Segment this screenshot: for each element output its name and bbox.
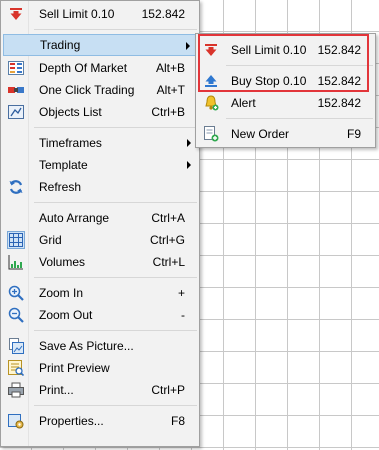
new-order-icon	[203, 126, 219, 142]
menu-item-shortcut: F8	[170, 414, 185, 428]
menu-item-label: Timeframes	[39, 136, 102, 150]
menu-separator	[226, 118, 373, 119]
menu-item-label: Properties...	[39, 414, 104, 428]
menu-separator	[34, 29, 197, 30]
menu-item-properties[interactable]: Properties... F8	[3, 410, 197, 432]
menu-item-label: Volumes	[39, 255, 86, 269]
menu-item-price: 152.842	[317, 96, 361, 110]
zoom-in-icon	[8, 285, 24, 301]
menu-item-label: Auto Arrange	[39, 211, 110, 225]
menu-item-zoom-in[interactable]: Zoom In +	[3, 282, 197, 304]
menu-separator	[34, 202, 197, 203]
red-down-arrow-icon	[203, 42, 219, 58]
submenu-item-new-order[interactable]: New Order F9	[198, 123, 373, 145]
menu-item-label: Print Preview	[39, 361, 110, 375]
alert-bell-icon	[203, 95, 219, 111]
zoom-out-icon	[8, 307, 24, 323]
menu-item-objects-list[interactable]: Objects List Ctrl+B	[3, 101, 197, 123]
menu-item-shortcut: Ctrl+B	[151, 105, 185, 119]
submenu-arrow-icon	[187, 161, 191, 169]
volumes-icon	[8, 254, 24, 270]
menu-item-label: Sell Limit 0.10	[231, 43, 307, 57]
menu-item-label: Buy Stop 0.10	[231, 74, 307, 88]
menu-item-label: Alert	[231, 96, 256, 110]
menu-item-label: Grid	[39, 233, 62, 247]
menu-item-price: 152.842	[317, 43, 361, 57]
menu-item-label: Objects List	[39, 105, 102, 119]
chart-context-menu: Sell Limit 0.10 152.842 Trading Depth Of…	[0, 0, 200, 447]
menu-item-shortcut: Ctrl+A	[151, 211, 185, 225]
menu-item-label: Template	[39, 158, 88, 172]
properties-icon	[8, 413, 24, 429]
menu-item-shortcut: F9	[346, 127, 361, 141]
submenu-item-buy-stop[interactable]: Buy Stop 0.10 152.842	[198, 70, 373, 92]
submenu-item-sell-limit[interactable]: Sell Limit 0.10 152.842	[198, 39, 373, 61]
menu-item-template[interactable]: Template	[3, 154, 197, 176]
menu-item-zoom-out[interactable]: Zoom Out -	[3, 304, 197, 326]
menu-item-label: Refresh	[39, 180, 82, 194]
menu-item-timeframes[interactable]: Timeframes	[3, 132, 197, 154]
menu-item-one-click-trading[interactable]: One Click Trading Alt+T	[3, 79, 197, 101]
menu-item-shortcut: Ctrl+L	[152, 255, 185, 269]
trading-submenu: Sell Limit 0.10 152.842 Buy Stop 0.10 15…	[195, 33, 376, 148]
menu-separator	[34, 127, 197, 128]
menu-item-price: 152.842	[141, 7, 185, 21]
menu-separator	[226, 65, 373, 66]
menu-item-depth-of-market[interactable]: Depth Of Market Alt+B	[3, 57, 197, 79]
menu-item-shortcut: -	[181, 308, 185, 322]
menu-separator	[34, 330, 197, 331]
menu-item-save-as-picture[interactable]: Save As Picture...	[3, 335, 197, 357]
menu-item-shortcut: +	[177, 286, 185, 300]
menu-item-auto-arrange[interactable]: Auto Arrange Ctrl+A	[3, 207, 197, 229]
menu-item-trading[interactable]: Trading	[3, 34, 197, 56]
menu-item-shortcut: Ctrl+G	[149, 233, 185, 247]
submenu-arrow-icon	[187, 139, 191, 147]
menu-item-price: 152.842	[317, 74, 361, 88]
menu-item-label: New Order	[231, 127, 290, 141]
menu-item-print-preview[interactable]: Print Preview	[3, 357, 197, 379]
save-picture-icon	[8, 338, 24, 354]
menu-item-sell-limit[interactable]: Sell Limit 0.10 152.842	[3, 3, 197, 25]
menu-item-label: Zoom In	[39, 286, 84, 300]
submenu-arrow-icon	[186, 42, 190, 50]
menu-item-shortcut: Alt+B	[155, 61, 185, 75]
refresh-icon	[8, 179, 24, 195]
menu-item-label: One Click Trading	[39, 83, 135, 97]
blue-up-arrow-icon	[203, 73, 219, 89]
menu-item-grid[interactable]: Grid Ctrl+G	[3, 229, 197, 251]
depth-of-market-icon	[8, 60, 24, 76]
grid-icon	[7, 231, 25, 249]
menu-item-label: Print...	[39, 383, 74, 397]
printer-icon	[8, 382, 24, 398]
menu-item-label: Depth Of Market	[39, 61, 128, 75]
objects-list-icon	[8, 104, 24, 120]
menu-item-label: Save As Picture...	[39, 339, 134, 353]
submenu-item-alert[interactable]: Alert 152.842	[198, 92, 373, 114]
menu-item-refresh[interactable]: Refresh	[3, 176, 197, 198]
menu-item-shortcut: Ctrl+P	[151, 383, 185, 397]
menu-separator	[34, 405, 197, 406]
menu-item-shortcut: Alt+T	[156, 83, 185, 97]
print-preview-icon	[8, 360, 24, 376]
menu-separator	[34, 277, 197, 278]
menu-item-label: Zoom Out	[39, 308, 93, 322]
menu-item-print[interactable]: Print... Ctrl+P	[3, 379, 197, 401]
menu-item-volumes[interactable]: Volumes Ctrl+L	[3, 251, 197, 273]
red-down-arrow-icon	[8, 6, 24, 22]
menu-item-label: Sell Limit 0.10	[39, 7, 115, 21]
one-click-trading-icon	[8, 82, 24, 98]
menu-item-label: Trading	[40, 38, 81, 52]
